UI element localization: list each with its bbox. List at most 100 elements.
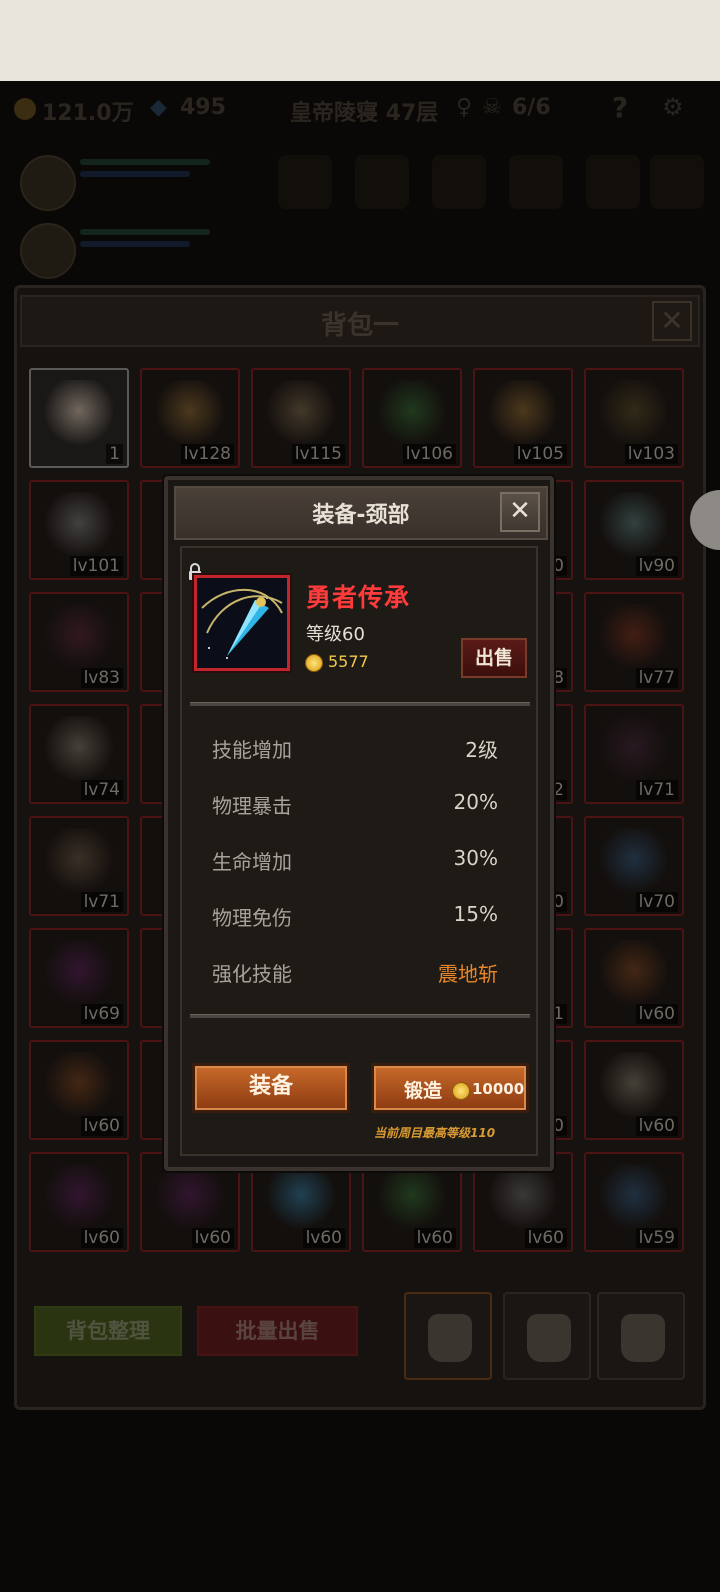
- inventory-slot[interactable]: lv60: [584, 928, 684, 1028]
- backpack-tab-2[interactable]: [503, 1292, 591, 1380]
- bulk-sell-button[interactable]: 批量出售: [197, 1306, 358, 1356]
- skull-icon: ☠: [482, 95, 502, 120]
- item-level-label: lv74: [80, 780, 123, 800]
- hero-avatar[interactable]: [20, 155, 76, 211]
- forge-cost: 10000: [472, 1080, 525, 1098]
- chest-icon: [489, 1164, 557, 1232]
- help-button[interactable]: ?: [612, 91, 628, 124]
- hero-avatar[interactable]: [20, 223, 76, 279]
- backpack-close-button[interactable]: ✕: [652, 301, 692, 341]
- inventory-slot[interactable]: lv70: [584, 816, 684, 916]
- dialog-title: 装备-颈部: [312, 503, 410, 528]
- inventory-slot[interactable]: lv71: [584, 704, 684, 804]
- bow-icon: [156, 380, 224, 448]
- gold-amount: 121.0万: [42, 101, 134, 126]
- max-level-note: 当前周目最高等级110: [374, 1126, 496, 1140]
- equip-slot[interactable]: [586, 155, 640, 209]
- inventory-slot[interactable]: lv77: [584, 592, 684, 692]
- item-level-label: lv60: [635, 1116, 678, 1136]
- orb-icon: [45, 940, 113, 1008]
- inventory-slot[interactable]: lv60: [29, 1152, 129, 1252]
- inventory-slot[interactable]: lv69: [29, 928, 129, 1028]
- status-bar: [0, 0, 720, 81]
- equip-slot[interactable]: [432, 155, 486, 209]
- equip-slot[interactable]: [278, 155, 332, 209]
- inventory-slot[interactable]: lv101: [29, 480, 129, 580]
- inventory-slot[interactable]: lv115: [251, 368, 351, 468]
- hero-hp-bar: [80, 229, 210, 235]
- dialog-close-button[interactable]: ✕: [500, 492, 540, 532]
- top-bar: 121.0万 ◆ 495 皇帝陵寝 47层 ♀ ☠ 6/6 ? ⚙: [0, 81, 720, 137]
- item-level-label: lv77: [635, 668, 678, 688]
- item-portrait: [194, 575, 290, 671]
- pendant-icon: [267, 1164, 335, 1232]
- inventory-slot[interactable]: lv59: [584, 1152, 684, 1252]
- stat-label: 技能增加: [212, 738, 292, 762]
- equip-slot[interactable]: [650, 155, 704, 209]
- enhanced-skill-value: 震地斩: [438, 962, 498, 986]
- axe-icon: [600, 492, 668, 560]
- equip-slot[interactable]: [355, 155, 409, 209]
- dungeon-location[interactable]: 皇帝陵寝 47层: [290, 95, 438, 127]
- equip-button[interactable]: 装备: [192, 1063, 350, 1113]
- sell-button[interactable]: 出售: [461, 638, 527, 678]
- backpack-title: 背包一: [320, 311, 399, 341]
- sword-icon: [600, 1052, 668, 1120]
- item-level-label: lv105: [513, 444, 567, 464]
- item-level-label: 1: [106, 444, 123, 464]
- inventory-slot[interactable]: lv90: [584, 480, 684, 580]
- sort-backpack-button[interactable]: 背包整理: [34, 1306, 182, 1356]
- backpack-tab-3[interactable]: [597, 1292, 685, 1380]
- cake-icon: [45, 380, 113, 448]
- item-level-label: lv103: [624, 444, 678, 464]
- inventory-slot[interactable]: lv103: [584, 368, 684, 468]
- item-level-label: lv60: [80, 1116, 123, 1136]
- item-level-label: lv59: [635, 1228, 678, 1248]
- item-level-label: lv83: [80, 668, 123, 688]
- inventory-slot[interactable]: lv128: [140, 368, 240, 468]
- stat-value: 2级: [465, 738, 498, 762]
- item-level-label: lv90: [635, 556, 678, 576]
- inventory-slot[interactable]: lv105: [473, 368, 573, 468]
- divider: [190, 702, 530, 706]
- forge-label: 锻造: [404, 1080, 443, 1102]
- item-level-label: lv70: [635, 892, 678, 912]
- inventory-slot[interactable]: lv83: [29, 592, 129, 692]
- item-level-label: lv60: [524, 1228, 567, 1248]
- hero-mp-bar: [80, 241, 190, 247]
- backpack-tab-1[interactable]: [404, 1292, 492, 1380]
- item-level-label: lv128: [180, 444, 234, 464]
- gold-coin-icon: [14, 98, 36, 120]
- gold-coin-icon: [452, 1082, 470, 1100]
- key-icon: ♀: [456, 95, 473, 120]
- forge-button[interactable]: 锻造 10000: [371, 1063, 529, 1113]
- stat-label: 物理暴击: [212, 794, 292, 818]
- item-level-label: lv71: [635, 780, 678, 800]
- orb-icon: [45, 1164, 113, 1232]
- sword-icon: [45, 716, 113, 784]
- item-level-label: lv101: [69, 556, 123, 576]
- inventory-slot[interactable]: lv60: [584, 1040, 684, 1140]
- stat-value: 15%: [453, 902, 498, 926]
- inventory-slot[interactable]: lv71: [29, 816, 129, 916]
- game-screen: 121.0万 ◆ 495 皇帝陵寝 47层 ♀ ☠ 6/6 ? ⚙ 背包一 ✕ …: [0, 0, 720, 1592]
- settings-icon[interactable]: ⚙: [662, 93, 684, 121]
- item-level: 等级60: [306, 624, 365, 645]
- inventory-slot[interactable]: lv74: [29, 704, 129, 804]
- gem-icon: ◆: [150, 95, 167, 120]
- item-level-label: lv106: [402, 444, 456, 464]
- item-level-label: lv60: [302, 1228, 345, 1248]
- inventory-slot[interactable]: lv60: [29, 1040, 129, 1140]
- item-level-label: lv69: [80, 1004, 123, 1024]
- equip-slot[interactable]: [509, 155, 563, 209]
- inventory-slot[interactable]: lv106: [362, 368, 462, 468]
- stat-value: 30%: [453, 846, 498, 870]
- boots-icon: [45, 604, 113, 672]
- item-level-label: lv60: [635, 1004, 678, 1024]
- shield-icon: [600, 1164, 668, 1232]
- item-level-label: lv115: [291, 444, 345, 464]
- armor-icon: [378, 1164, 446, 1232]
- inventory-slot[interactable]: 1: [29, 368, 129, 468]
- dagger-icon: [600, 604, 668, 672]
- trident-icon: [45, 1052, 113, 1120]
